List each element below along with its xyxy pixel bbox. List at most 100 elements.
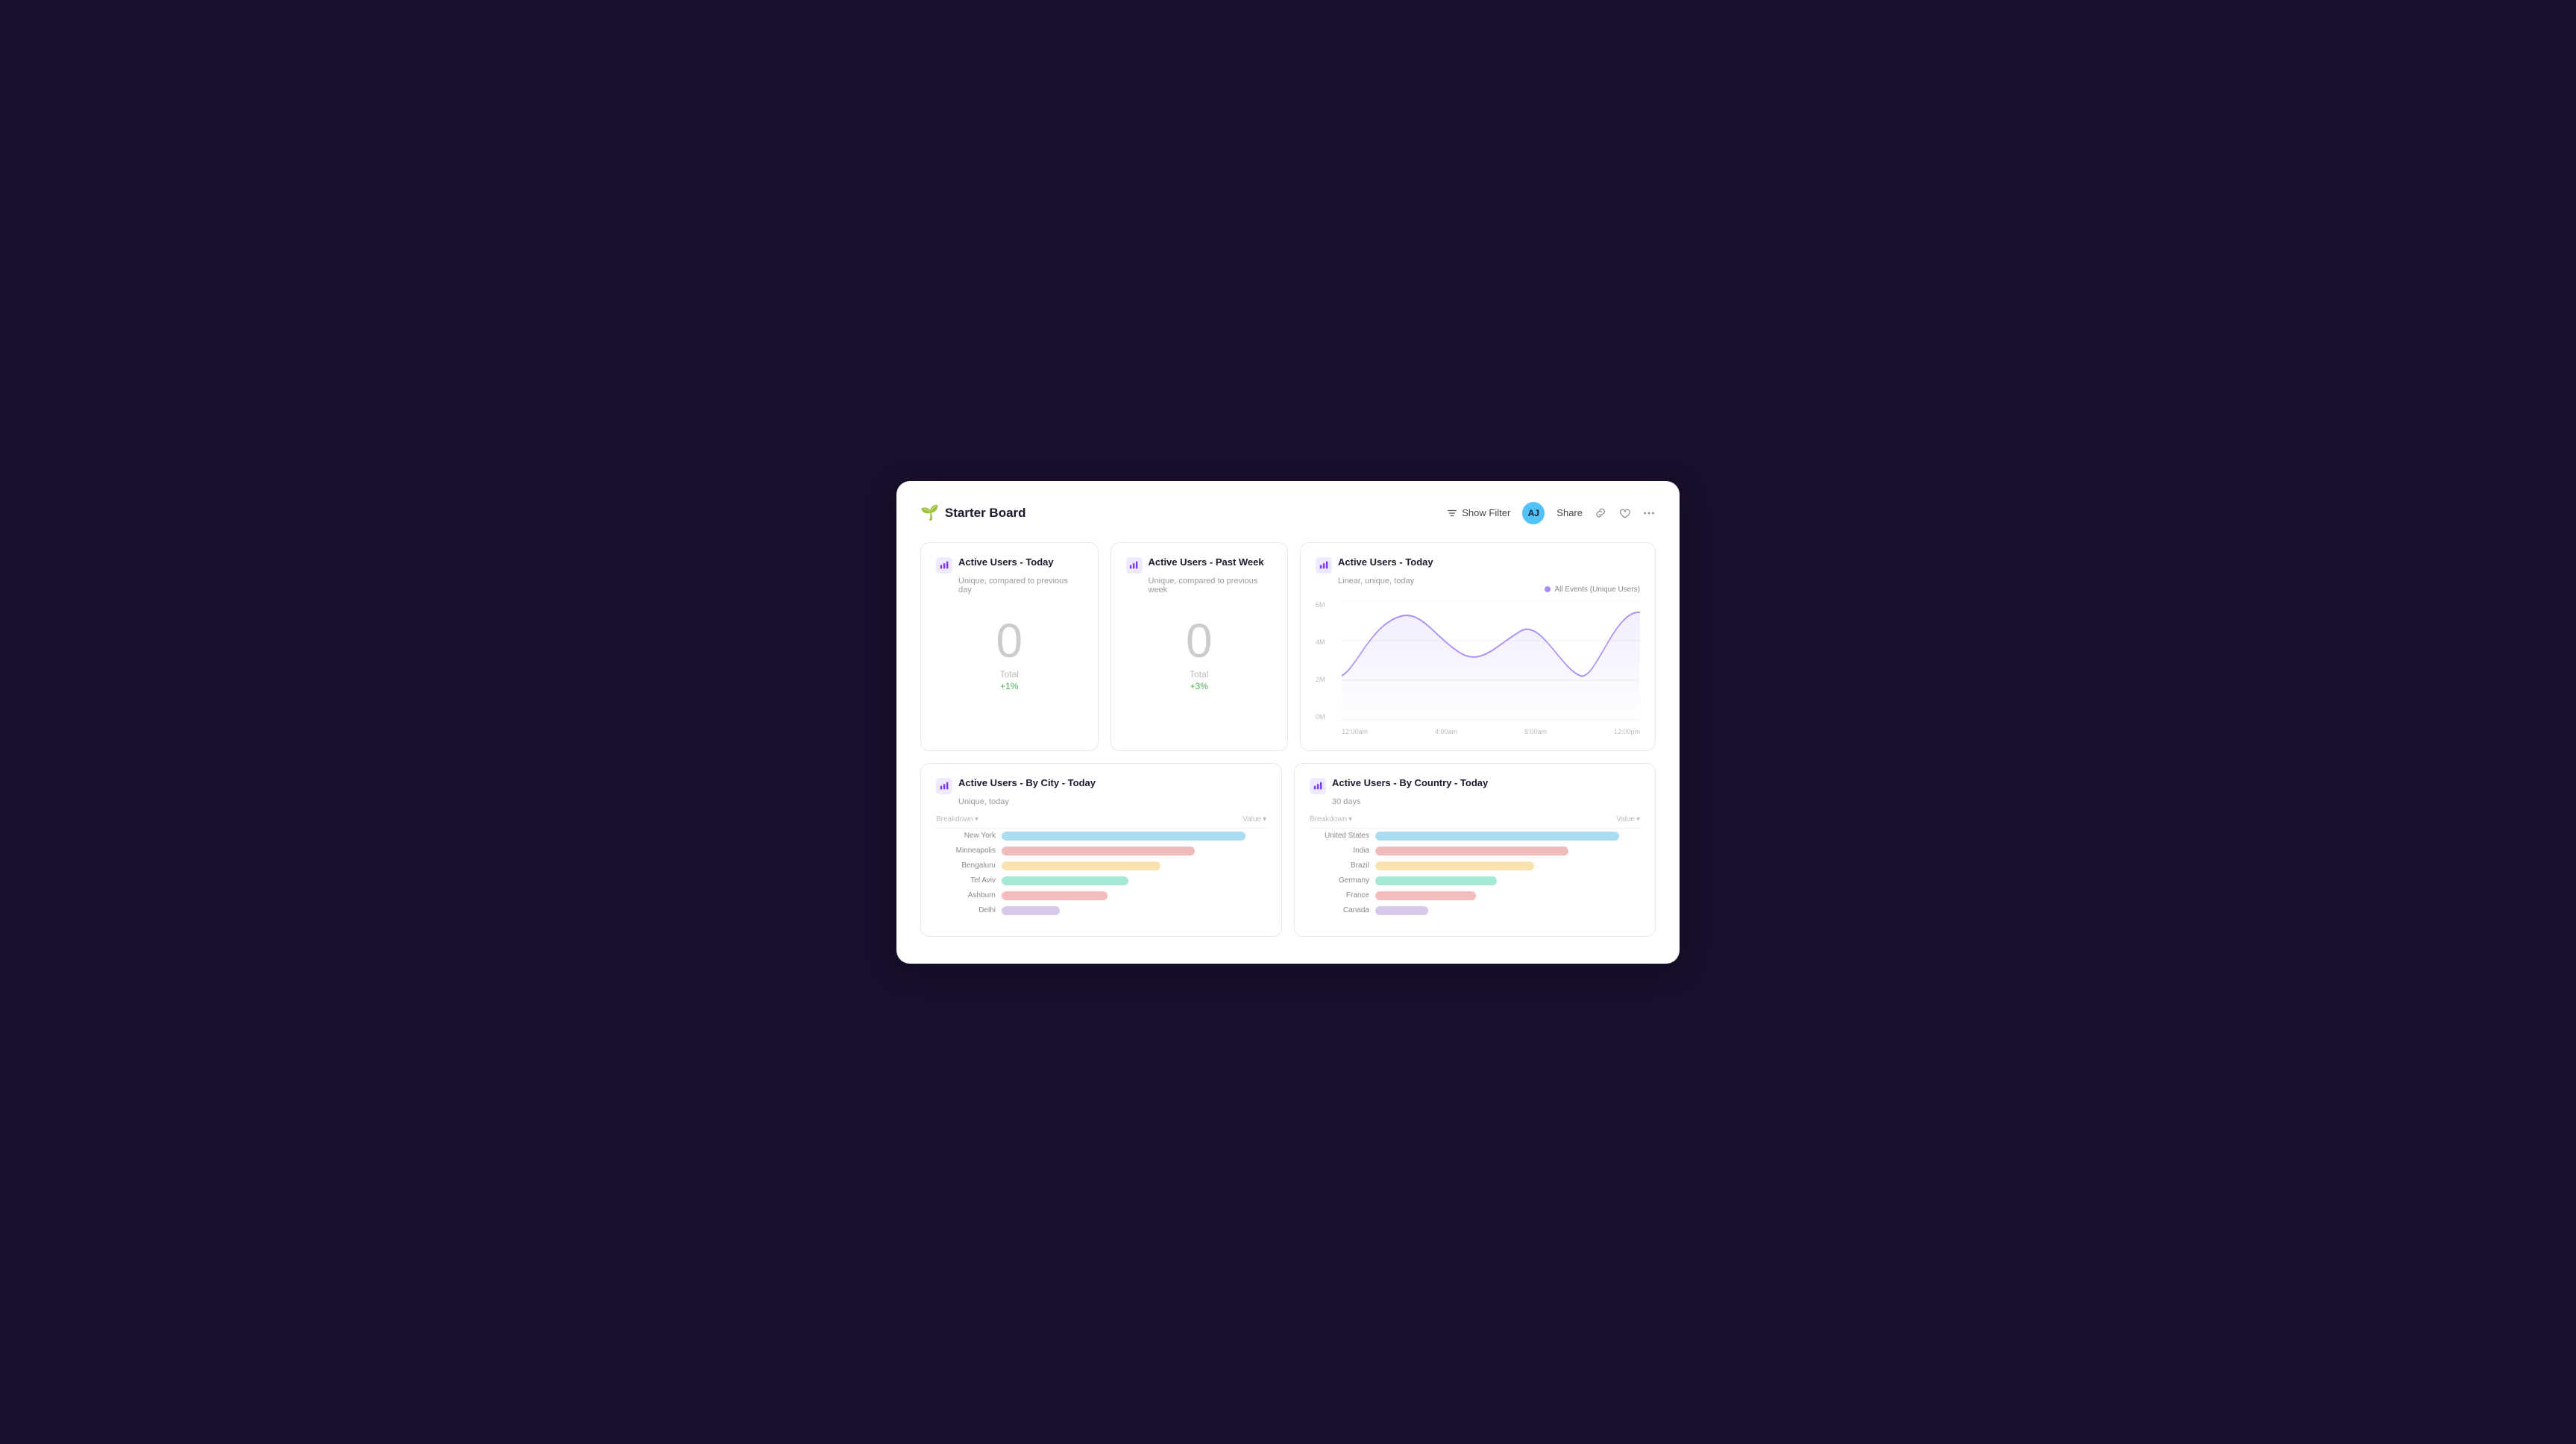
- list-item: India: [1310, 847, 1640, 856]
- bar-label: Germany: [1310, 876, 1369, 885]
- bar-label: United States: [1310, 832, 1369, 840]
- more-icon: [1642, 506, 1656, 520]
- city-bar-table: Breakdown ▾ Value ▾ New York: [936, 812, 1266, 915]
- bar-track: [1002, 906, 1266, 915]
- legend-dot: [1545, 586, 1551, 592]
- user-avatar[interactable]: AJ: [1522, 502, 1545, 524]
- show-filter-button[interactable]: Show Filter: [1447, 507, 1510, 518]
- list-item: Brazil: [1310, 861, 1640, 870]
- country-bar-table: Breakdown ▾ Value ▾ United States: [1310, 812, 1640, 915]
- chart-x-labels: 12:00am 4:00am 8:00am 12:00pm: [1342, 728, 1640, 735]
- bar-label: New York: [936, 832, 996, 840]
- metric-total-label: Total: [1190, 669, 1208, 679]
- value-dropdown[interactable]: Value ▾: [1616, 815, 1640, 823]
- brand: 🌱 Starter Board: [920, 503, 1026, 522]
- value-header: Value ▾: [1243, 815, 1266, 823]
- list-item: Ashburn: [936, 891, 1266, 900]
- card-subtitle: Unique, today: [936, 797, 1266, 806]
- chart-icon: [940, 781, 949, 791]
- bar-track: [1375, 906, 1640, 915]
- chart-legend: All Events (Unique Users): [1316, 586, 1640, 594]
- chart-icon: [1129, 560, 1139, 570]
- card-title: Active Users - Today: [1338, 556, 1433, 568]
- list-item: France: [1310, 891, 1640, 900]
- header-actions: Show Filter AJ Share: [1447, 502, 1656, 524]
- bar-fill: [1002, 832, 1245, 841]
- legend-label: All Events (Unique Users): [1555, 586, 1640, 594]
- bar-label: Brazil: [1310, 861, 1369, 870]
- bar-fill: [1375, 891, 1476, 900]
- country-bars: United States India Brazil Germany Franc…: [1310, 832, 1640, 915]
- card-header: Active Users - Past Week: [1126, 556, 1273, 574]
- bar-label: Tel Aviv: [936, 876, 996, 885]
- top-cards-grid: Active Users - Today Unique, compared to…: [920, 542, 1656, 751]
- card-header: Active Users - Today: [936, 556, 1083, 574]
- metric-body: 0 Total +1%: [936, 594, 1083, 699]
- bar-label: Delhi: [936, 906, 996, 914]
- card-header: Active Users - Today: [1316, 556, 1640, 574]
- card-icon: [936, 557, 952, 574]
- card-icon: [1310, 778, 1326, 794]
- bar-header-row: Breakdown ▾ Value ▾: [936, 812, 1266, 829]
- bar-label: Canada: [1310, 906, 1369, 914]
- bar-track: [1375, 861, 1640, 870]
- list-item: Bengaluru: [936, 861, 1266, 870]
- chart-icon: [1313, 781, 1323, 791]
- bar-label: Bengaluru: [936, 861, 996, 870]
- value-header: Value ▾: [1616, 815, 1640, 823]
- chart-svg: [1342, 601, 1640, 721]
- bar-fill: [1002, 876, 1128, 885]
- metric-value: 0: [996, 617, 1022, 665]
- breakdown-header: Breakdown ▾: [936, 815, 978, 823]
- brand-icon: 🌱: [920, 503, 939, 522]
- breakdown-dropdown[interactable]: Breakdown ▾: [936, 815, 978, 823]
- bar-track: [1375, 891, 1640, 900]
- list-item: United States: [1310, 832, 1640, 841]
- bar-fill: [1375, 906, 1428, 915]
- metric-total-label: Total: [1000, 669, 1019, 679]
- active-users-by-city-card: Active Users - By City - Today Unique, t…: [920, 763, 1282, 937]
- bar-fill: [1002, 906, 1060, 915]
- link-icon: [1595, 507, 1606, 519]
- bar-fill: [1002, 891, 1108, 900]
- card-header: Active Users - By City - Today: [936, 777, 1266, 794]
- chart-icon: [940, 560, 949, 570]
- chart-y-labels: 6M 4M 2M 0M: [1316, 601, 1338, 721]
- card-subtitle: Unique, compared to previous day: [936, 577, 1083, 594]
- bar-track: [1002, 832, 1266, 841]
- list-item: Canada: [1310, 906, 1640, 915]
- bar-label: France: [1310, 891, 1369, 900]
- bar-track: [1375, 876, 1640, 885]
- bar-label: Ashburn: [936, 891, 996, 900]
- active-users-past-week-card: Active Users - Past Week Unique, compare…: [1110, 542, 1289, 751]
- bar-label: India: [1310, 847, 1369, 855]
- metric-value: 0: [1186, 617, 1213, 665]
- active-users-today-chart-card: Active Users - Today Linear, unique, tod…: [1300, 542, 1656, 751]
- bar-fill: [1002, 861, 1160, 870]
- brand-title: Starter Board: [945, 506, 1026, 521]
- metric-body: 0 Total +3%: [1126, 594, 1273, 699]
- value-dropdown[interactable]: Value ▾: [1243, 815, 1266, 823]
- dashboard-container: 🌱 Starter Board Show Filter AJ Share: [896, 481, 1680, 964]
- bar-track: [1375, 847, 1640, 856]
- list-item: Delhi: [936, 906, 1266, 915]
- link-button[interactable]: [1595, 507, 1606, 519]
- chart-area: 6M 4M 2M 0M: [1316, 601, 1640, 735]
- active-users-by-country-card: Active Users - By Country - Today 30 day…: [1294, 763, 1656, 937]
- bar-track: [1002, 876, 1266, 885]
- bar-track: [1375, 832, 1640, 841]
- breakdown-dropdown[interactable]: Breakdown ▾: [1310, 815, 1352, 823]
- bar-fill: [1375, 832, 1619, 841]
- heart-button[interactable]: [1618, 507, 1630, 519]
- bar-track: [1002, 861, 1266, 870]
- card-icon: [1126, 557, 1143, 574]
- card-subtitle: Unique, compared to previous week: [1126, 577, 1273, 594]
- more-button[interactable]: [1642, 506, 1656, 520]
- share-button[interactable]: Share: [1556, 507, 1583, 518]
- header: 🌱 Starter Board Show Filter AJ Share: [920, 502, 1656, 524]
- card-header: Active Users - By Country - Today: [1310, 777, 1640, 794]
- heart-icon: [1618, 507, 1630, 519]
- card-icon: [1316, 557, 1332, 574]
- card-title: Active Users - By City - Today: [958, 777, 1096, 788]
- card-title: Active Users - Past Week: [1149, 556, 1264, 568]
